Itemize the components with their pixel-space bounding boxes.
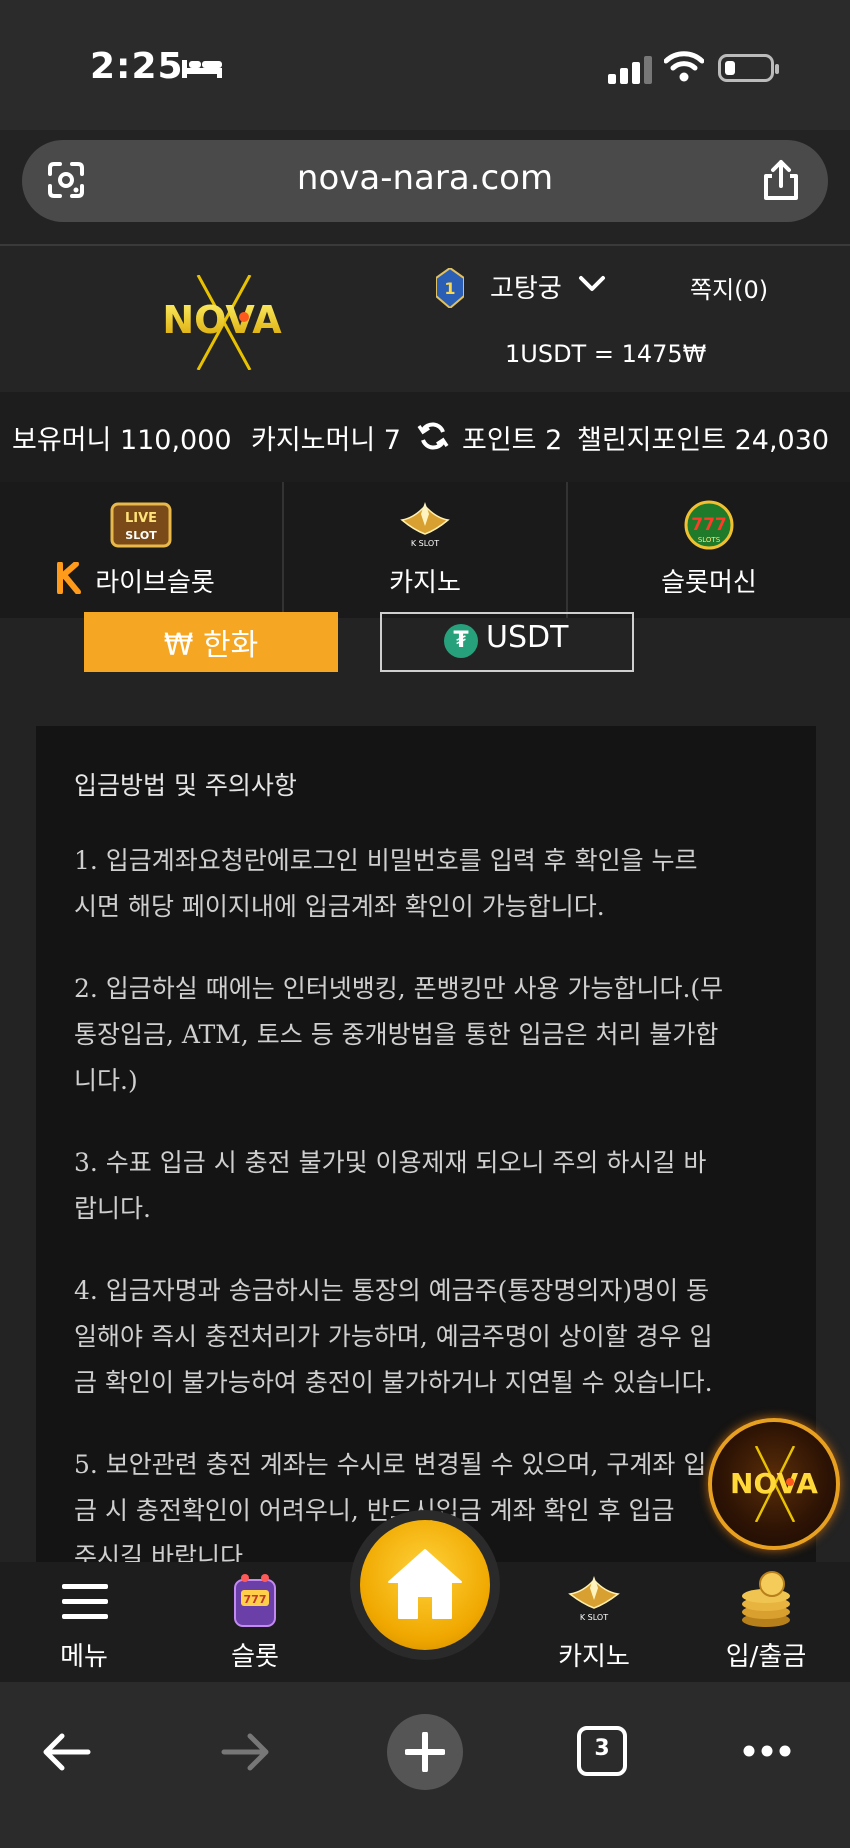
notice-paragraph: 3. 수표 입금 시 충전 불가및 이용제재 되오니 주의 하시길 바 랍니다. xyxy=(74,1140,794,1232)
k-slot-icon: K SLOT xyxy=(400,502,450,548)
notice-line: 4. 입금자명과 송금하시는 통장의 예금주(통장명의자)명이 동 xyxy=(74,1276,710,1305)
new-tab-button[interactable] xyxy=(387,1714,463,1790)
status-time: 2:25 xyxy=(90,46,184,87)
tab-slot-machine[interactable]: 777 SLOTS 슬롯머신 xyxy=(568,482,850,618)
tab-label: 슬롯머신 xyxy=(661,568,757,598)
krw-tab-label: ₩ 한화 xyxy=(163,628,259,663)
usdt-tab-button[interactable]: ₮ USDT xyxy=(380,612,634,672)
nova-badge-logo: NOVA xyxy=(730,1446,818,1522)
notice-line: 시면 해당 페이지내에 입금계좌 확인이 가능합니다. xyxy=(74,892,605,921)
nav-label: 입/출금 xyxy=(725,1642,807,1672)
notice-line: 랍니다. xyxy=(74,1194,151,1223)
notice-line: 일해야 즉시 충전처리가 가능하며, 예금주명이 상이할 경우 입 xyxy=(74,1322,713,1351)
home-button[interactable] xyxy=(360,1520,490,1650)
plus-icon xyxy=(405,1732,445,1772)
notice-line: 금 확인이 불가능하여 충전이 불가하거나 지연될 수 있습니다. xyxy=(74,1368,713,1397)
notice-line: 5. 보안관련 충전 계좌는 수시로 변경될 수 있으며, 구계좌 입 xyxy=(74,1450,707,1479)
notice-paragraph: 2. 입금하실 때에는 인터넷뱅킹, 폰뱅킹만 사용 가능합니다.(무 통장입금… xyxy=(74,966,794,1104)
notice-paragraph: 1. 입금계좌요청란에로그인 비밀번호를 입력 후 확인을 누르 시면 해당 페… xyxy=(74,838,794,930)
more-options-icon[interactable] xyxy=(742,1744,792,1758)
nova-logo[interactable]: NOVA xyxy=(140,275,305,370)
exchange-rate: 1USDT = 1475₩ xyxy=(505,340,707,368)
casino-money: 카지노머니 7 xyxy=(251,425,401,456)
svg-text:1: 1 xyxy=(444,279,455,298)
challenge-points: 챌린지포인트 24,030 xyxy=(577,425,830,456)
tabs-button[interactable]: 3 xyxy=(577,1726,627,1776)
browser-toolbar: 3 xyxy=(0,1682,850,1848)
back-arrow-icon[interactable] xyxy=(42,1732,92,1772)
site-header xyxy=(0,246,850,392)
notice-line: 2. 입금하실 때에는 인터넷뱅킹, 폰뱅킹만 사용 가능합니다.(무 xyxy=(74,974,724,1003)
svg-text:SLOT: SLOT xyxy=(125,529,157,542)
forward-arrow-icon[interactable] xyxy=(220,1732,270,1772)
chevron-down-icon[interactable] xyxy=(578,274,606,294)
hamburger-menu-icon xyxy=(62,1584,108,1619)
usdt-tab-label: USDT xyxy=(486,620,569,655)
svg-text:LIVE: LIVE xyxy=(125,511,157,526)
cellular-signal-icon xyxy=(608,56,652,84)
address-bar[interactable]: nova-nara.com xyxy=(22,140,828,222)
nav-label: 메뉴 xyxy=(60,1642,108,1672)
category-tabs: LIVE SLOT 라이브슬롯 K SLOT 카지노 777 SLOTS 슬롯머… xyxy=(0,482,850,618)
home-icon xyxy=(388,1549,462,1619)
svg-text:777: 777 xyxy=(691,515,727,535)
nav-label: 슬롯 xyxy=(231,1642,279,1672)
tab-count: 3 xyxy=(594,1736,610,1761)
deposit-notice-panel: 입금방법 및 주의사항 1. 입금계좌요청란에로그인 비밀번호를 입력 후 확인… xyxy=(36,726,816,1596)
k-slot-icon: K SLOT xyxy=(568,1576,620,1622)
floating-nova-button[interactable]: NOVA xyxy=(708,1418,840,1550)
notice-line: 통장입금, ATM, 토스 등 중개방법을 통한 입금은 처리 불가합 xyxy=(74,1020,719,1049)
username[interactable]: 고탕궁 xyxy=(490,268,562,305)
notice-line: 니다.) xyxy=(74,1066,138,1095)
slots-777-icon: 777 SLOTS xyxy=(684,500,734,550)
tab-casino[interactable]: K SLOT 카지노 xyxy=(284,482,566,618)
url-text: nova-nara.com xyxy=(296,158,554,198)
nav-slot[interactable]: 777 슬롯 xyxy=(195,1562,315,1682)
svg-text:K SLOT: K SLOT xyxy=(580,1613,608,1622)
notice-line: 1. 입금계좌요청란에로그인 비밀번호를 입력 후 확인을 누르 xyxy=(74,846,698,875)
notice-title: 입금방법 및 주의사항 xyxy=(74,771,297,800)
wifi-icon xyxy=(664,51,704,82)
nav-casino[interactable]: K SLOT 카지노 xyxy=(534,1562,654,1682)
svg-text:SLOTS: SLOTS xyxy=(698,536,721,544)
battery-icon xyxy=(718,54,779,82)
krw-tab-button[interactable]: ₩ 한화 xyxy=(84,612,338,672)
svg-text:NOVA: NOVA xyxy=(162,298,282,342)
nav-label: 카지노 xyxy=(558,1642,630,1672)
refresh-icon[interactable] xyxy=(417,420,449,452)
level-badge-icon: 1 xyxy=(436,268,464,308)
held-money: 보유머니 110,000 xyxy=(12,425,232,456)
nav-menu[interactable]: 메뉴 xyxy=(24,1562,144,1682)
nav-deposit[interactable]: 입/출금 xyxy=(706,1562,826,1682)
slot-machine-icon: 777 xyxy=(234,1574,276,1627)
messages-link[interactable]: 쪽지(0) xyxy=(690,270,768,305)
tether-icon: ₮ xyxy=(444,624,478,658)
points: 포인트 2 xyxy=(462,425,563,456)
tab-label: 카지노 xyxy=(389,568,461,598)
sleep-mode-icon xyxy=(182,60,222,78)
live-slot-icon: LIVE SLOT xyxy=(110,502,172,548)
share-icon[interactable] xyxy=(760,158,802,202)
svg-text:K SLOT: K SLOT xyxy=(411,539,439,548)
svg-text:777: 777 xyxy=(244,1593,267,1606)
svg-text:NOVA: NOVA xyxy=(730,1467,818,1500)
notice-paragraph: 4. 입금자명과 송금하시는 통장의 예금주(통장명의자)명이 동 일해야 즉시… xyxy=(74,1268,794,1406)
notice-line: 3. 수표 입금 시 충전 불가및 이용제재 되오니 주의 하시길 바 xyxy=(74,1148,707,1177)
tab-label: 라이브슬롯 xyxy=(95,568,215,598)
coins-icon xyxy=(742,1571,790,1627)
tab-live-slot[interactable]: LIVE SLOT 라이브슬롯 xyxy=(0,482,282,618)
